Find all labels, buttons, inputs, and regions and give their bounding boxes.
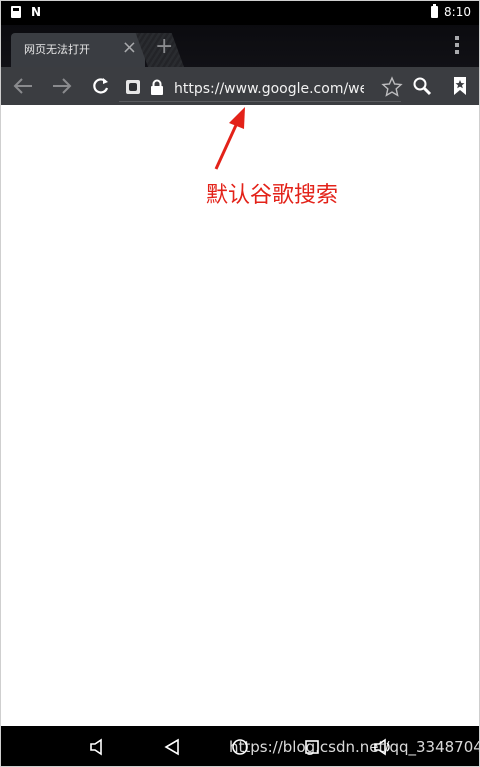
browser-screen: N 8:10 网页无法打开 × + https://www.google.com… (0, 0, 480, 767)
annotation-label: 默认谷歌搜索 (206, 183, 339, 208)
sd-card-icon (11, 6, 21, 18)
status-icons-right: 8:10 (431, 4, 471, 19)
star-icon[interactable] (381, 76, 403, 102)
watermark-text: https://blog.csdn.net/qq_33487044 (229, 738, 480, 756)
bookmark-icon[interactable] (447, 67, 473, 105)
annotation-arrow (214, 107, 245, 170)
battery-icon (431, 4, 439, 18)
url-text[interactable]: https://www.google.com/webhp (174, 81, 364, 97)
status-bar: N 8:10 (1, 1, 479, 25)
overflow-menu-icon[interactable] (455, 36, 459, 57)
navigation-bar: https://blog.csdn.net/qq_33487044 (1, 726, 480, 766)
reload-icon[interactable] (87, 67, 115, 105)
tab-active[interactable]: 网页无法打开 × (11, 33, 145, 67)
volume-down-icon[interactable] (89, 738, 107, 760)
url-bar[interactable]: https://www.google.com/webhp (119, 71, 403, 102)
status-icons-left: N (11, 6, 41, 18)
forward-arrow-icon[interactable] (48, 67, 76, 105)
status-time: 8:10 (444, 5, 471, 19)
browser-toolbar: https://www.google.com/webhp (1, 67, 479, 105)
tab-title: 网页无法打开 (24, 43, 90, 56)
plus-icon[interactable]: + (155, 34, 173, 59)
tab-strip: 网页无法打开 × + (1, 25, 479, 67)
site-settings-icon[interactable] (126, 80, 140, 94)
back-icon[interactable] (163, 738, 181, 760)
back-arrow-icon[interactable] (9, 67, 37, 105)
n-icon: N (31, 5, 42, 19)
close-icon[interactable]: × (122, 39, 137, 57)
lock-icon (150, 79, 164, 99)
search-icon[interactable] (408, 67, 436, 105)
